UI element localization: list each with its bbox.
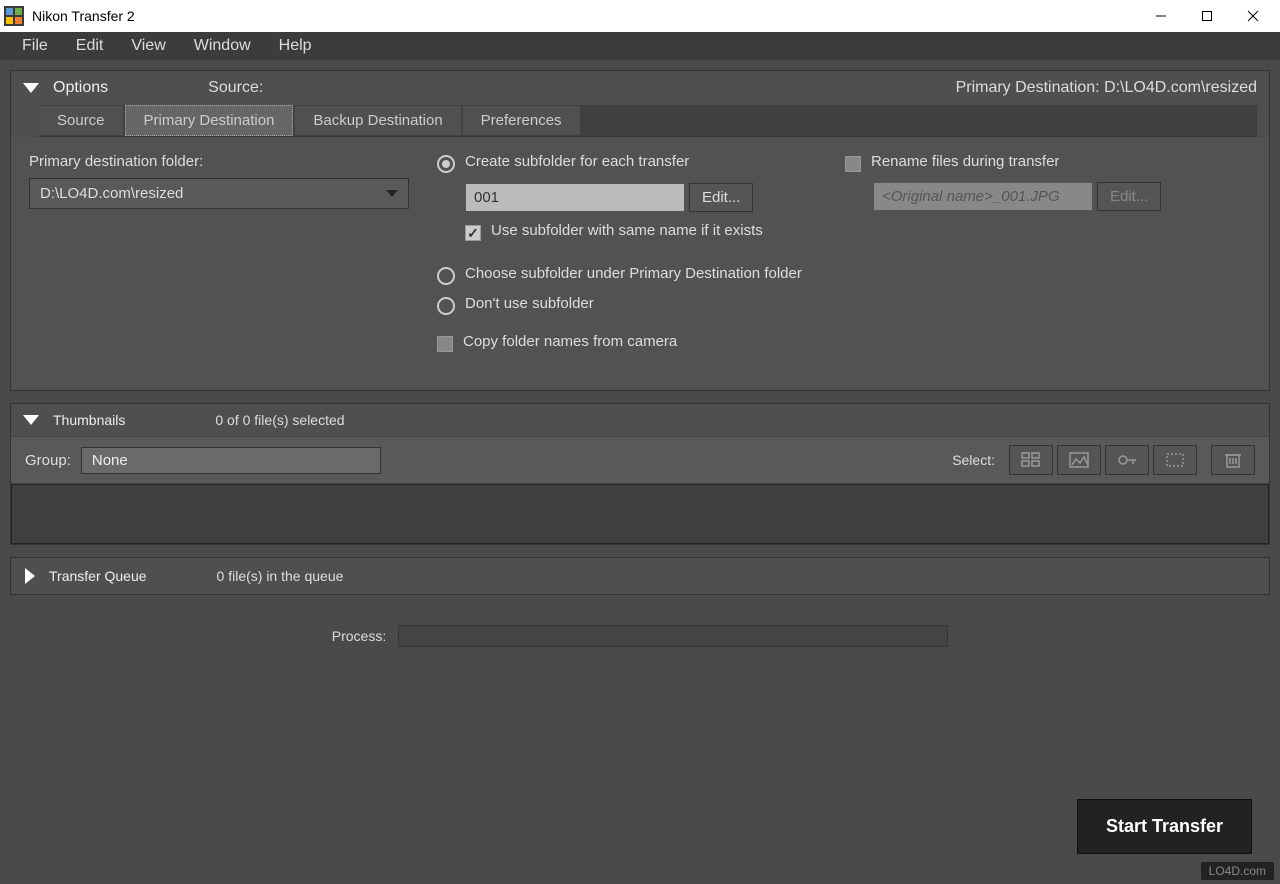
copy-folder-names-label: Copy folder names from camera: [463, 333, 677, 350]
select-protected-button[interactable]: [1105, 445, 1149, 475]
primary-folder-label: Primary destination folder:: [29, 153, 409, 170]
queue-count: 0 file(s) in the queue: [217, 568, 344, 584]
group-label: Group:: [25, 452, 71, 469]
collapse-icon[interactable]: [23, 415, 39, 425]
close-button[interactable]: [1230, 1, 1276, 31]
chevron-down-icon: [386, 190, 398, 197]
select-label: Select:: [952, 452, 995, 468]
checkbox-use-same-name[interactable]: [465, 225, 481, 241]
menu-file[interactable]: File: [8, 33, 62, 59]
delete-button[interactable]: [1211, 445, 1255, 475]
rename-pattern-input: [873, 182, 1093, 211]
radio-dont-use-subfolder[interactable]: [437, 297, 455, 315]
minimize-button[interactable]: [1138, 1, 1184, 31]
options-title: Options: [53, 79, 108, 97]
rename-files-label: Rename files during transfer: [871, 153, 1059, 170]
tab-primary-destination[interactable]: Primary Destination: [125, 105, 294, 136]
subfolder-name-input[interactable]: [465, 183, 685, 212]
tab-backup-destination[interactable]: Backup Destination: [295, 106, 460, 135]
choose-subfolder-label: Choose subfolder under Primary Destinati…: [465, 265, 802, 282]
thumbnails-area: [11, 484, 1269, 544]
source-label: Source:: [208, 79, 263, 97]
queue-header: Transfer Queue 0 file(s) in the queue: [11, 558, 1269, 594]
progress-bar: [398, 625, 948, 647]
collapse-icon[interactable]: [23, 83, 39, 93]
menu-help[interactable]: Help: [265, 33, 326, 59]
menu-view[interactable]: View: [117, 33, 179, 59]
options-tabs: Source Primary Destination Backup Destin…: [39, 105, 1257, 137]
expand-icon[interactable]: [25, 568, 35, 584]
tab-source[interactable]: Source: [39, 106, 123, 135]
titlebar: Nikon Transfer 2: [0, 0, 1280, 32]
use-same-name-label: Use subfolder with same name if it exist…: [491, 222, 763, 239]
checkbox-rename-files[interactable]: [845, 156, 861, 172]
menu-edit[interactable]: Edit: [62, 33, 118, 59]
start-transfer-button[interactable]: Start Transfer: [1077, 799, 1252, 854]
group-select[interactable]: None: [81, 447, 381, 474]
process-label: Process:: [332, 628, 386, 644]
dont-use-subfolder-label: Don't use subfolder: [465, 295, 594, 312]
window-title: Nikon Transfer 2: [32, 8, 1138, 24]
menubar: File Edit View Window Help: [0, 32, 1280, 60]
radio-create-subfolder[interactable]: [437, 155, 455, 173]
thumbnails-header: Thumbnails 0 of 0 file(s) selected: [11, 404, 1269, 436]
primary-folder-select[interactable]: D:\LO4D.com\resized: [29, 178, 409, 209]
checkbox-copy-folder-names[interactable]: [437, 336, 453, 352]
options-panel: Options Source: Primary Destination: D:\…: [10, 70, 1270, 391]
select-grid-button[interactable]: [1009, 445, 1053, 475]
queue-title: Transfer Queue: [49, 568, 147, 584]
transfer-queue-panel: Transfer Queue 0 file(s) in the queue: [10, 557, 1270, 595]
maximize-button[interactable]: [1184, 1, 1230, 31]
primary-dest-display: Primary Destination: D:\LO4D.com\resized: [956, 79, 1257, 97]
app-icon: [4, 6, 24, 26]
select-marked-button[interactable]: [1153, 445, 1197, 475]
subfolder-edit-button[interactable]: Edit...: [689, 183, 753, 212]
group-value: None: [92, 452, 128, 469]
thumbnails-toolbar: Group: None Select:: [11, 436, 1269, 484]
create-subfolder-label: Create subfolder for each transfer: [465, 153, 689, 170]
options-header: Options Source: Primary Destination: D:\…: [11, 71, 1269, 105]
primary-folder-value: D:\LO4D.com\resized: [40, 185, 183, 202]
process-row: Process:: [10, 607, 1270, 655]
radio-choose-subfolder[interactable]: [437, 267, 455, 285]
watermark: LO4D.com: [1201, 862, 1274, 880]
thumbnails-count: 0 of 0 file(s) selected: [215, 412, 344, 428]
thumbnails-panel: Thumbnails 0 of 0 file(s) selected Group…: [10, 403, 1270, 545]
rename-edit-button: Edit...: [1097, 182, 1161, 211]
menu-window[interactable]: Window: [180, 33, 265, 59]
thumbnails-title: Thumbnails: [53, 412, 125, 428]
tab-preferences[interactable]: Preferences: [463, 106, 580, 135]
select-image-button[interactable]: [1057, 445, 1101, 475]
